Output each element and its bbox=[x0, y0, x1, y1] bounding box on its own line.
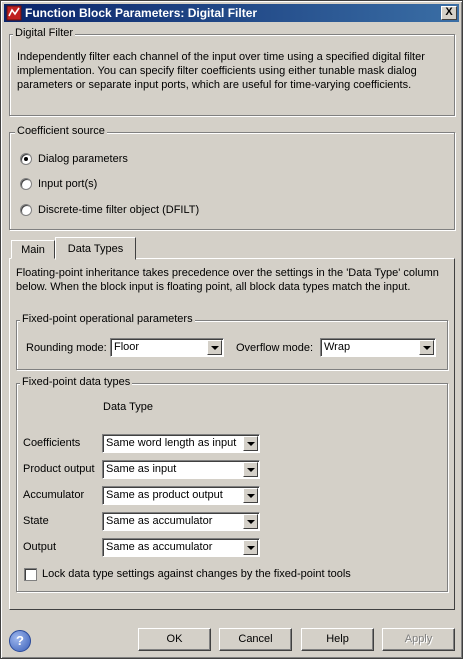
rounding-mode-label: Rounding mode: bbox=[26, 342, 107, 354]
digital-filter-label: Digital Filter bbox=[13, 27, 76, 39]
product-output-label: Product output bbox=[23, 463, 95, 475]
simulink-app-icon bbox=[6, 5, 22, 21]
chevron-down-icon[interactable] bbox=[243, 488, 258, 503]
chevron-down-icon[interactable] bbox=[419, 340, 434, 355]
accumulator-label: Accumulator bbox=[23, 489, 85, 501]
info-line: Floating-point inheritance takes precede… bbox=[16, 267, 439, 279]
coefficients-label: Coefficients bbox=[23, 437, 81, 449]
accumulator-type-value: Same as product output bbox=[106, 489, 223, 501]
chevron-down-icon[interactable] bbox=[243, 514, 258, 529]
data-types-info: Floating-point inheritance takes precede… bbox=[16, 266, 439, 294]
help-button[interactable]: Help bbox=[301, 628, 374, 651]
info-line: below. When the block input is floating … bbox=[16, 281, 411, 293]
output-type-select[interactable]: Same as accumulator bbox=[102, 538, 260, 557]
product-output-type-value: Same as input bbox=[106, 463, 177, 475]
close-button[interactable]: X bbox=[441, 6, 457, 20]
accumulator-type-select[interactable]: Same as product output bbox=[102, 486, 260, 505]
state-type-value: Same as accumulator bbox=[106, 515, 213, 527]
radio-input-ports[interactable]: Input port(s) bbox=[20, 177, 97, 191]
window-title: Function Block Parameters: Digital Filte… bbox=[25, 6, 258, 20]
radio-label: Discrete-time filter object (DFILT) bbox=[38, 204, 200, 216]
radio-dialog-parameters[interactable]: Dialog parameters bbox=[20, 152, 128, 166]
chevron-down-icon[interactable] bbox=[207, 340, 222, 355]
ok-button[interactable]: OK bbox=[138, 628, 211, 651]
product-output-type-select[interactable]: Same as input bbox=[102, 460, 260, 479]
fixed-point-params-label: Fixed-point operational parameters bbox=[20, 313, 195, 325]
cancel-button[interactable]: Cancel bbox=[219, 628, 292, 651]
rounding-mode-select[interactable]: Floor bbox=[110, 338, 224, 357]
title-bar[interactable]: Function Block Parameters: Digital Filte… bbox=[4, 4, 459, 22]
chevron-down-icon[interactable] bbox=[243, 540, 258, 555]
overflow-mode-select[interactable]: Wrap bbox=[320, 338, 436, 357]
overflow-mode-label: Overflow mode: bbox=[236, 342, 314, 354]
output-label: Output bbox=[23, 541, 57, 553]
help-icon[interactable]: ? bbox=[9, 630, 31, 652]
coefficients-type-select[interactable]: Same word length as input bbox=[102, 434, 260, 453]
radio-label: Input port(s) bbox=[38, 178, 98, 190]
lock-data-types-checkbox[interactable] bbox=[24, 568, 37, 581]
radio-button[interactable] bbox=[20, 204, 32, 216]
coefficients-type-value: Same word length as input bbox=[106, 437, 237, 449]
fixed-point-types-label: Fixed-point data types bbox=[20, 376, 133, 388]
data-type-column-header: Data Type bbox=[103, 401, 153, 413]
tab-main[interactable]: Main bbox=[11, 240, 55, 259]
chevron-down-icon[interactable] bbox=[243, 436, 258, 451]
overflow-mode-value: Wrap bbox=[324, 341, 351, 353]
radio-button[interactable] bbox=[20, 178, 32, 190]
description-line: Independently filter each channel of the… bbox=[17, 51, 425, 63]
radio-button-selected[interactable] bbox=[20, 153, 32, 165]
apply-button[interactable]: Apply bbox=[382, 628, 455, 651]
radio-dfilt-object[interactable]: Discrete-time filter object (DFILT) bbox=[20, 203, 199, 217]
description-line: parameters or separate input ports, whic… bbox=[17, 79, 412, 91]
description-line: implementation. You can specify filter c… bbox=[17, 65, 417, 77]
output-type-value: Same as accumulator bbox=[106, 541, 213, 553]
tab-data-types[interactable]: Data Types bbox=[55, 237, 136, 260]
rounding-mode-value: Floor bbox=[114, 341, 140, 353]
state-type-select[interactable]: Same as accumulator bbox=[102, 512, 260, 531]
filter-description: Independently filter each channel of the… bbox=[17, 50, 425, 92]
radio-label: Dialog parameters bbox=[38, 153, 128, 165]
state-label: State bbox=[23, 515, 49, 527]
lock-data-types-label: Lock data type settings against changes … bbox=[42, 568, 351, 580]
coefficient-source-label: Coefficient source bbox=[15, 125, 107, 137]
chevron-down-icon[interactable] bbox=[243, 462, 258, 477]
